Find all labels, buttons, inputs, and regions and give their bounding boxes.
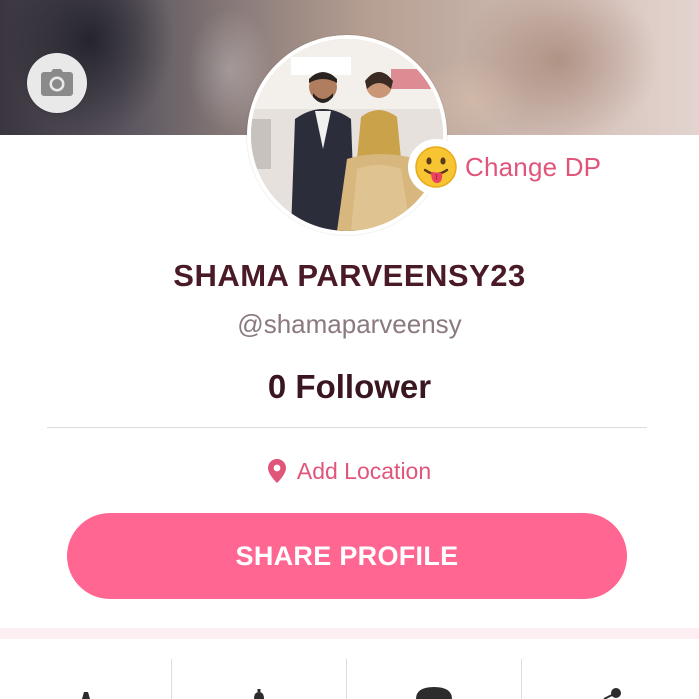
tongue-emoji-icon [408, 139, 464, 195]
divider [47, 427, 647, 428]
profile-avatar[interactable] [247, 35, 447, 235]
share-profile-button[interactable]: SHARE PROFILE [67, 513, 627, 599]
tab-2[interactable] [172, 639, 346, 699]
tab-1-icon [81, 692, 90, 699]
section-separator [0, 628, 699, 639]
add-location-label: Add Location [296, 457, 432, 484]
profile-handle: @shamaparveensy [237, 309, 462, 339]
avatar-image [251, 39, 443, 231]
tab-3-icon [416, 687, 452, 699]
profile-name: SHAMA PARVEENSY23 [173, 258, 526, 293]
tab-1[interactable] [0, 639, 171, 699]
tab-4[interactable] [522, 639, 699, 699]
camera-icon [41, 69, 73, 96]
tab-3[interactable] [347, 639, 521, 699]
add-location-link[interactable]: Add Location [0, 454, 699, 488]
profile-tab-bar [0, 639, 699, 699]
location-pin-icon [267, 459, 286, 483]
follower-count[interactable]: 0 Follower [0, 368, 699, 406]
change-dp-button[interactable]: Change DP [408, 139, 602, 195]
tab-4-icon [603, 688, 621, 699]
tab-2-icon [254, 689, 264, 699]
change-cover-button[interactable] [27, 53, 87, 113]
change-dp-label: Change DP [465, 151, 602, 182]
